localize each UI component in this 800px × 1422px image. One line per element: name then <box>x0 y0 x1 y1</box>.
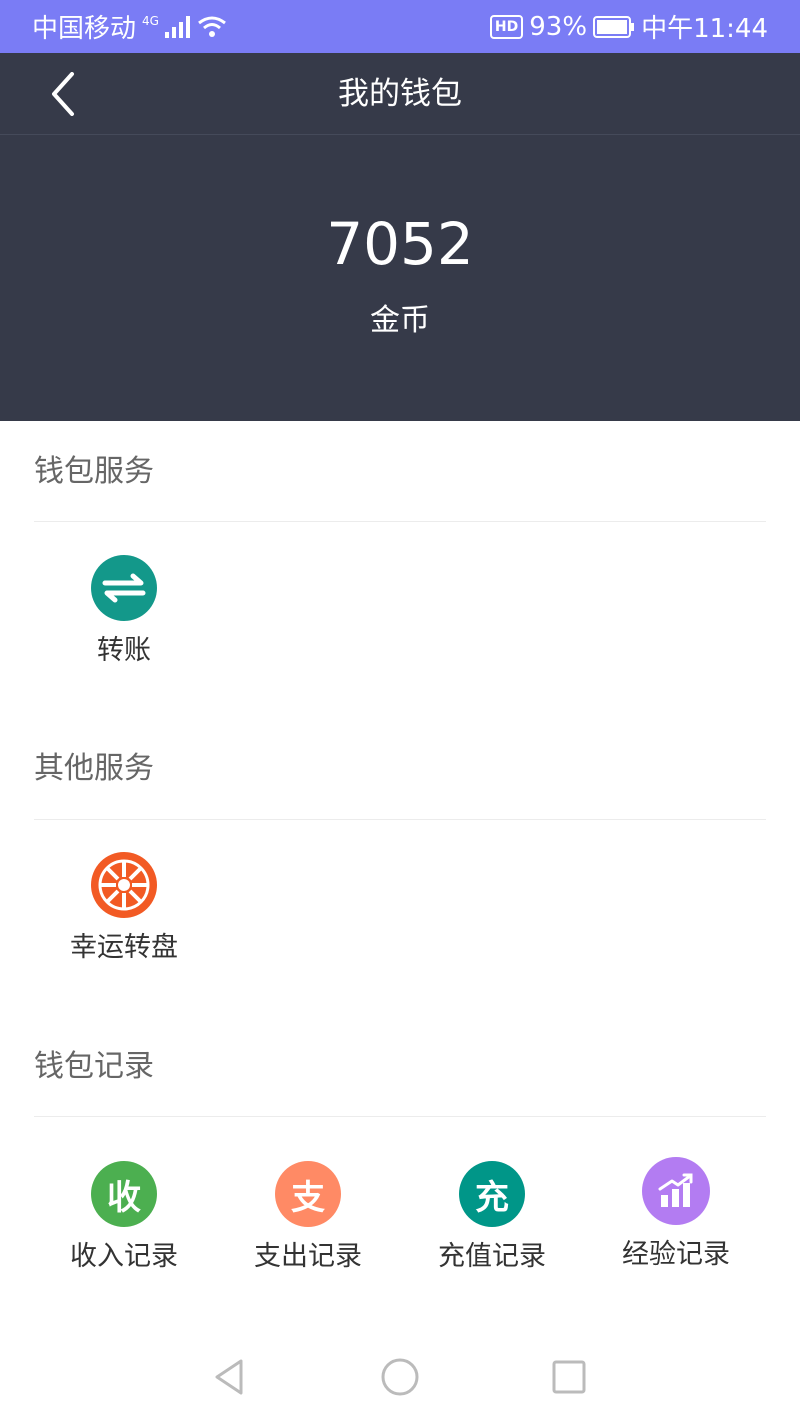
recharge-records-label: 充值记录 <box>438 1241 546 1272</box>
signal-icon <box>164 15 190 38</box>
back-arrow-icon <box>52 72 74 116</box>
nav-recents-icon <box>552 1360 586 1394</box>
divider <box>34 521 766 522</box>
hd-badge: HD <box>489 14 524 39</box>
section-title-other-services: 其他服务 <box>34 751 154 786</box>
wifi-icon <box>198 16 226 37</box>
battery-icon <box>593 15 635 38</box>
transfer-label: 转账 <box>97 635 151 666</box>
system-nav-bar <box>0 1330 800 1422</box>
app-header: 我的钱包 <box>0 53 800 135</box>
transfer-button[interactable]: 转账 <box>32 555 216 669</box>
transfer-icon <box>91 555 157 621</box>
expense-records-label: 支出记录 <box>254 1241 362 1272</box>
lucky-wheel-icon <box>91 852 157 918</box>
divider <box>34 1116 766 1117</box>
coin-unit-label: 金币 <box>370 303 430 338</box>
section-title-wallet-records: 钱包记录 <box>34 1049 154 1084</box>
status-bar: 中国移动 4G HD 93% 中午11:44 <box>0 0 800 53</box>
network-type: 4G <box>142 14 159 28</box>
page-title: 我的钱包 <box>338 76 462 112</box>
battery-percent: 93% <box>529 11 588 42</box>
experience-chart-icon <box>642 1157 710 1225</box>
income-records-button[interactable]: 收 收入记录 <box>32 1161 216 1275</box>
recharge-records-button[interactable]: 充 充值记录 <box>400 1161 584 1275</box>
nav-back-button[interactable] <box>204 1352 254 1402</box>
back-button[interactable] <box>38 69 88 119</box>
expense-icon: 支 <box>275 1161 341 1227</box>
nav-recents-button[interactable] <box>544 1352 594 1402</box>
experience-records-label: 经验记录 <box>622 1239 730 1270</box>
income-icon: 收 <box>91 1161 157 1227</box>
section-title-wallet-services: 钱包服务 <box>34 454 154 489</box>
expense-records-button[interactable]: 支 支出记录 <box>216 1161 400 1275</box>
lucky-wheel-label: 幸运转盘 <box>70 932 178 963</box>
nav-home-button[interactable] <box>375 1352 425 1402</box>
status-left: 中国移动 4G <box>32 8 227 45</box>
divider <box>34 819 766 820</box>
balance-panel: 7052 金币 <box>0 135 800 421</box>
income-records-label: 收入记录 <box>70 1241 178 1272</box>
experience-records-button[interactable]: 经验记录 <box>584 1157 768 1273</box>
clock: 中午11:44 <box>641 14 768 44</box>
carrier-name: 中国移动 <box>32 14 137 44</box>
recharge-icon: 充 <box>459 1161 525 1227</box>
nav-home-icon <box>381 1358 419 1396</box>
lucky-wheel-button[interactable]: 幸运转盘 <box>32 852 216 966</box>
status-right: HD 93% 中午11:44 <box>489 8 768 45</box>
nav-back-icon <box>215 1359 243 1395</box>
coin-balance: 7052 <box>326 210 474 278</box>
